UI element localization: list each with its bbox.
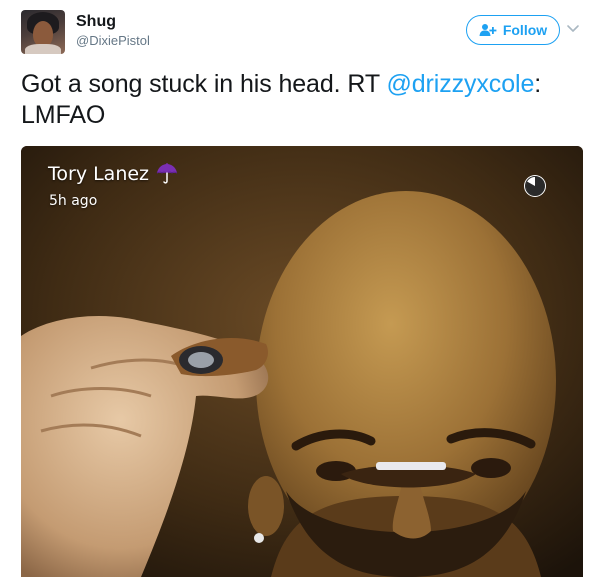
- add-user-icon: [479, 24, 497, 36]
- follow-button[interactable]: Follow: [466, 15, 560, 45]
- tweet-media[interactable]: Tory Lanez 5h ago: [21, 146, 583, 577]
- tweet-body: Got a song stuck in his head. RT: [21, 70, 387, 98]
- user-avatar[interactable]: [21, 10, 65, 54]
- screen-name[interactable]: @DixiePistol: [76, 33, 150, 49]
- tweet-header: Shug @DixiePistol Follow: [0, 0, 604, 64]
- snap-username-text: Tory Lanez: [48, 163, 150, 185]
- follow-button-label: Follow: [502, 22, 548, 38]
- snap-time: 5h ago: [49, 193, 98, 209]
- snap-username: Tory Lanez: [48, 162, 179, 186]
- snap-timer-icon: [524, 175, 546, 197]
- purple-umbrella-icon: [156, 163, 178, 184]
- chevron-down-icon[interactable]: [566, 23, 580, 35]
- avatar-shirt: [25, 44, 61, 54]
- mention-link[interactable]: @drizzyxcole: [386, 70, 534, 98]
- snapchat-photo: [21, 146, 583, 577]
- tweet-text: Got a song stuck in his head. RT @drizzy…: [21, 69, 583, 131]
- display-name[interactable]: Shug: [76, 12, 116, 32]
